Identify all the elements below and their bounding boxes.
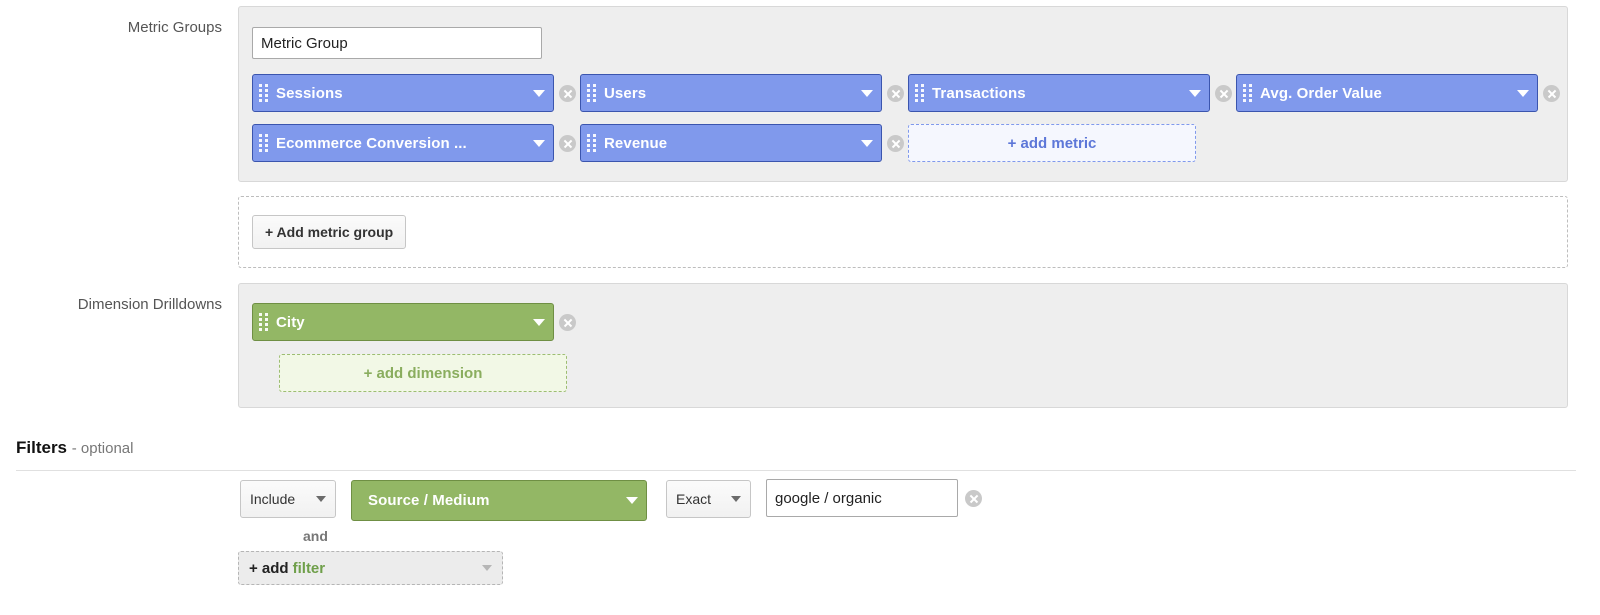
- drag-handle-icon[interactable]: [259, 134, 268, 152]
- metric-chip-label: Avg. Order Value: [1260, 84, 1382, 102]
- drag-handle-icon[interactable]: [259, 313, 268, 331]
- add-filter-button[interactable]: + add filter: [238, 551, 503, 585]
- metric-chip-users[interactable]: Users: [580, 74, 882, 112]
- add-metric-group-button[interactable]: + Add metric group: [252, 215, 407, 249]
- dimension-chip-city[interactable]: City: [252, 303, 554, 341]
- metric-chip-revenue[interactable]: Revenue: [580, 124, 882, 162]
- add-dimension-button[interactable]: + add dimension: [279, 354, 567, 392]
- filter-value-input[interactable]: [766, 479, 958, 517]
- chevron-down-icon[interactable]: [861, 89, 873, 97]
- add-filter-plus: + add: [249, 559, 289, 577]
- metric-chip-ecommerce-conversion-rate[interactable]: Ecommerce Conversion ...: [252, 124, 554, 162]
- filter-and-label: and: [303, 528, 328, 544]
- metric-chip-label: Sessions: [276, 84, 343, 102]
- chevron-down-icon[interactable]: [316, 496, 326, 502]
- remove-filter-button[interactable]: [965, 490, 982, 507]
- chevron-down-icon[interactable]: [626, 497, 638, 504]
- chevron-down-icon[interactable]: [482, 565, 492, 571]
- filter-dimension-chip[interactable]: Source / Medium: [351, 480, 647, 521]
- chevron-down-icon[interactable]: [861, 139, 873, 147]
- chevron-down-icon[interactable]: [1189, 89, 1201, 97]
- remove-metric-ecommerce-conversion-rate-button[interactable]: [559, 135, 576, 152]
- chevron-down-icon[interactable]: [1517, 89, 1529, 97]
- remove-metric-users-button[interactable]: [887, 85, 904, 102]
- chevron-down-icon[interactable]: [533, 139, 545, 147]
- metric-chip-sessions[interactable]: Sessions: [252, 74, 554, 112]
- dimension-chip-label: City: [276, 313, 305, 331]
- dimension-drilldowns-label: Dimension Drilldowns: [77, 296, 222, 313]
- filters-subtitle: - optional: [71, 440, 134, 457]
- metric-chip-label: Revenue: [604, 134, 668, 152]
- filters-title: Filters: [16, 438, 68, 457]
- chevron-down-icon[interactable]: [731, 496, 741, 502]
- filter-include-select[interactable]: Include: [240, 480, 336, 518]
- metric-chip-label: Users: [604, 84, 647, 102]
- metric-group-name-input[interactable]: [252, 27, 542, 59]
- chevron-down-icon[interactable]: [533, 89, 545, 97]
- filters-divider: [16, 470, 1576, 471]
- metric-groups-label: Metric Groups: [127, 19, 222, 36]
- drag-handle-icon[interactable]: [587, 84, 596, 102]
- add-metric-group-panel: [238, 196, 1568, 268]
- filter-include-value: Include: [250, 491, 296, 507]
- metric-chip-label: Transactions: [932, 84, 1026, 102]
- remove-dimension-city-button[interactable]: [559, 314, 576, 331]
- metric-chip-label: Ecommerce Conversion ...: [276, 134, 467, 152]
- add-metric-button[interactable]: + add metric: [908, 124, 1196, 162]
- filter-dimension-label: Source / Medium: [368, 492, 490, 509]
- drag-handle-icon[interactable]: [915, 84, 924, 102]
- remove-metric-transactions-button[interactable]: [1215, 85, 1232, 102]
- filter-match-type-select[interactable]: Exact: [666, 480, 751, 518]
- remove-metric-avg-order-value-button[interactable]: [1543, 85, 1560, 102]
- metric-chip-transactions[interactable]: Transactions: [908, 74, 1210, 112]
- metric-chip-avg-order-value[interactable]: Avg. Order Value: [1236, 74, 1538, 112]
- remove-metric-sessions-button[interactable]: [559, 85, 576, 102]
- drag-handle-icon[interactable]: [587, 134, 596, 152]
- remove-metric-revenue-button[interactable]: [887, 135, 904, 152]
- drag-handle-icon[interactable]: [259, 84, 268, 102]
- filters-section-heading: Filters - optional: [16, 438, 133, 458]
- custom-report-editor: Metric Groups Sessions Users Transaction…: [0, 0, 1600, 615]
- chevron-down-icon[interactable]: [533, 318, 545, 326]
- filter-match-type-value: Exact: [676, 491, 712, 507]
- drag-handle-icon[interactable]: [1243, 84, 1252, 102]
- add-filter-word: filter: [292, 559, 326, 577]
